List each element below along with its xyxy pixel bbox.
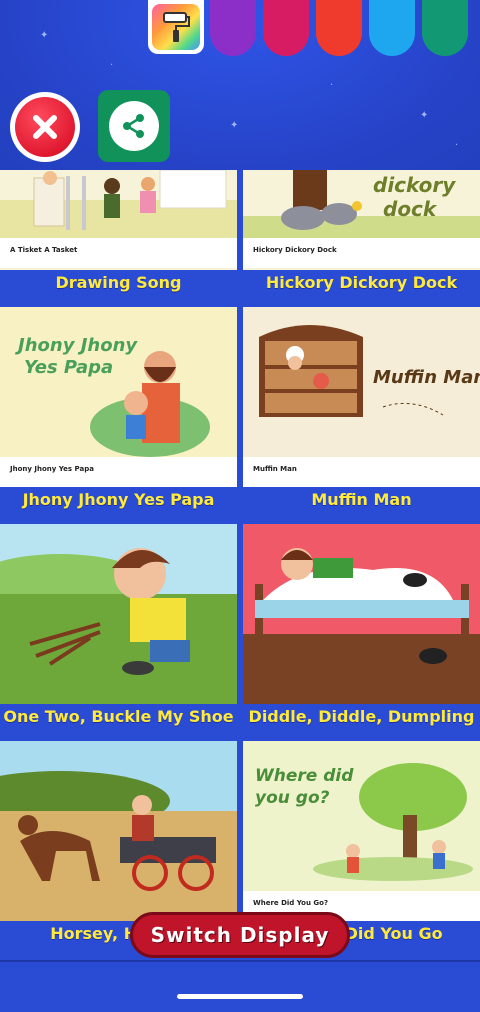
divider [0,960,480,962]
video-card-drawing-song[interactable]: A Tisket A Tasket Drawing Song [0,170,237,302]
star-decoration: ✦ [230,120,239,131]
video-title: Jhony Jhony Yes Papa [22,490,215,509]
star-decoration: · [110,60,114,71]
svg-text:Where did: Where did [255,766,354,786]
star-decoration: ✦ [40,30,49,41]
star-decoration: · [330,80,334,91]
star-decoration: ✦ [420,110,429,121]
home-indicator[interactable] [177,994,303,999]
color-swatch-blue[interactable] [369,0,415,56]
video-card-jhony-jhony[interactable]: Jhony Jhony Yes Papa Jhony Jhony Yes Pap… [0,307,237,517]
close-button[interactable] [10,92,80,162]
close-icon [33,115,57,139]
color-swatch-green[interactable] [422,0,468,56]
video-title: Hickory Dickory Dock [265,273,458,292]
video-card-hickory-dickory-dock[interactable]: dickory dock Hickory Dickory Dock Hickor… [243,170,480,302]
svg-text:Muffin Man: Muffin Man [373,367,480,388]
video-title: Drawing Song [55,273,182,292]
svg-text:dock: dock [383,197,438,221]
share-icon [123,114,144,138]
bottom-bar [0,960,480,1012]
paint-roller-button[interactable] [148,0,204,54]
svg-text:dickory: dickory [373,173,456,197]
video-caption: Hickory Dickory Dock [253,246,337,254]
video-card-muffin-man[interactable]: Muffin Man Muffin Man Muffin Man [243,307,480,517]
video-caption: Where Did You Go? [253,899,329,907]
color-swatch-red[interactable] [316,0,362,56]
star-decoration: · [455,140,459,151]
video-title: One Two, Buckle My Shoe [3,707,234,726]
video-title: Muffin Man [311,490,412,509]
video-card-buckle-my-shoe[interactable]: One Two, Buckle My Shoe [0,524,237,734]
color-swatch-purple[interactable] [210,0,256,56]
switch-display-button[interactable]: Switch Display [130,912,350,958]
video-grid: A Tisket A Tasket Drawing Song dickory d… [0,170,480,960]
svg-text:you go?: you go? [255,788,330,808]
svg-text:Jhony Jhony: Jhony Jhony [15,335,138,356]
video-caption: A Tisket A Tasket [10,246,78,254]
share-button[interactable] [98,90,170,162]
svg-text:Yes Papa: Yes Papa [24,357,113,378]
paint-roller-icon [152,4,200,50]
video-caption: Muffin Man [253,465,297,473]
video-caption: Jhony Jhony Yes Papa [10,465,94,473]
video-card-diddle-dumpling[interactable]: Diddle, Diddle, Dumpling [243,524,480,734]
color-swatch-pink[interactable] [263,0,309,56]
video-title: Diddle, Diddle, Dumpling [248,707,475,726]
